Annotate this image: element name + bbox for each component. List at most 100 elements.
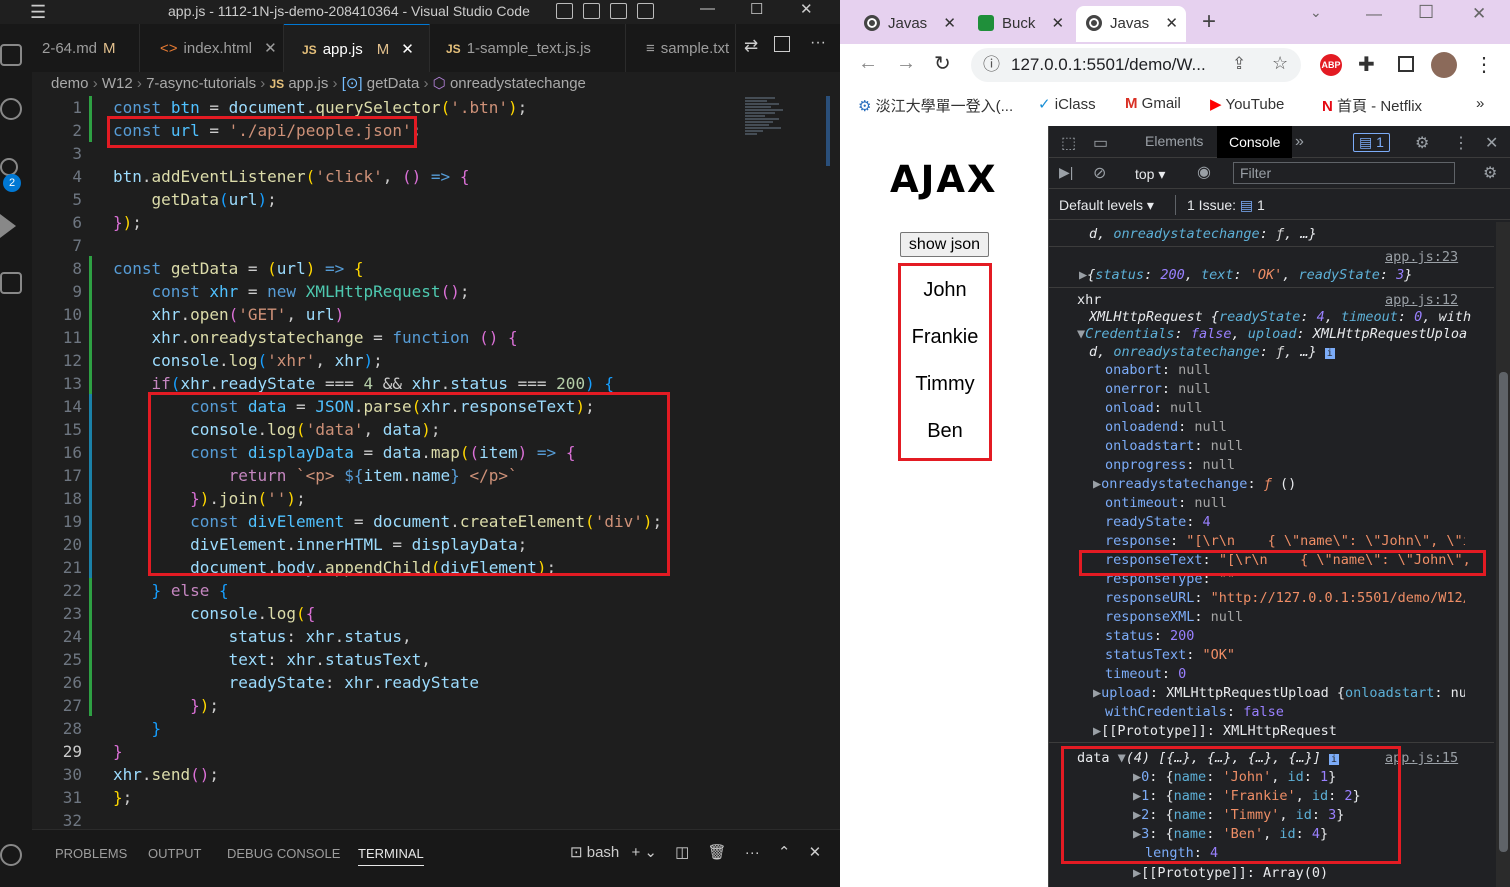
tab-1-sample-text-js[interactable]: JS 1-sample_text.js.js — [430, 24, 626, 72]
browser-tab-active[interactable]: Javas ✕ — [1076, 6, 1186, 42]
info-icon[interactable]: ⓘ — [983, 48, 1000, 82]
tab-elements[interactable]: Elements — [1145, 133, 1203, 149]
eye-icon[interactable]: ◉ — [1197, 162, 1211, 182]
code-editor[interactable]: 1 const btn = document.querySelector('.bt… — [32, 96, 840, 830]
more-tabs-icon[interactable]: » — [1295, 133, 1304, 151]
tab-2-64-md[interactable]: 2-64.md M — [32, 24, 140, 72]
tab-label: app.js — [322, 41, 363, 58]
more-actions-icon[interactable]: ··· — [810, 34, 826, 52]
menu-icon[interactable]: ☰ — [30, 2, 46, 23]
profile-avatar[interactable] — [1431, 52, 1457, 78]
tab-problems[interactable]: PROBLEMS — [55, 846, 127, 861]
tab-search-icon[interactable]: ⌄ — [1310, 4, 1322, 21]
tab-terminal[interactable]: TERMINAL — [358, 846, 424, 866]
maximize-icon[interactable]: ☐ — [750, 0, 763, 18]
browser-tab[interactable]: Buck ✕ — [968, 6, 1074, 42]
bookmark-star-icon[interactable]: ☆ — [1272, 53, 1288, 74]
maximize-icon[interactable]: ☐ — [1418, 2, 1434, 23]
address-bar[interactable]: ⓘ 127.0.0.1:5501/demo/W... — [971, 48, 1301, 82]
cube-symbol-icon: ⬡ — [432, 75, 446, 92]
breadcrumb-item[interactable]: app.js — [288, 75, 328, 92]
close-tab-icon[interactable]: ✕ — [1052, 15, 1065, 32]
chevron-down-icon[interactable]: ⌄ — [644, 844, 657, 861]
breadcrumb-item[interactable]: getData — [367, 75, 420, 92]
issues-badge[interactable]: ▤ 1 — [1353, 133, 1390, 152]
tab-debug-console[interactable]: DEBUG CONSOLE — [227, 846, 340, 861]
more-bookmarks-icon[interactable]: » — [1476, 95, 1484, 112]
close-icon[interactable]: ✕ — [1472, 4, 1486, 24]
sidebar-toggle-icon[interactable]: ▶| — [1059, 164, 1073, 181]
breadcrumb-item[interactable]: W12 — [102, 75, 133, 92]
console-settings-icon[interactable]: ⚙ — [1483, 163, 1497, 183]
tab-app-js[interactable]: JS app.js M ✕ — [284, 24, 430, 72]
minimap[interactable] — [745, 96, 785, 156]
tab-sample-txt[interactable]: ≡ sample.txt — [626, 24, 736, 72]
new-tab-icon[interactable]: + — [1202, 8, 1216, 36]
default-levels-dropdown[interactable]: Default levels ▾ — [1059, 197, 1154, 214]
breadcrumb-item[interactable]: onreadystatechange — [450, 75, 586, 92]
account-icon[interactable] — [0, 844, 22, 866]
explorer-icon[interactable] — [0, 44, 22, 66]
console-scrollbar[interactable] — [1496, 222, 1510, 887]
close-tab-icon[interactable]: ✕ — [264, 40, 277, 57]
back-icon[interactable]: ← — [858, 52, 878, 75]
forward-icon[interactable]: → — [896, 52, 916, 75]
customize-layout-icon[interactable] — [637, 3, 654, 19]
issues-link[interactable]: 1 Issue: ▤ 1 — [1187, 197, 1265, 214]
chrome-menu-icon[interactable]: ⋮ — [1474, 52, 1494, 77]
terminal-shell-label[interactable]: bash — [587, 844, 620, 861]
filter-input[interactable]: Filter — [1233, 162, 1455, 184]
show-json-button[interactable]: show json — [900, 232, 989, 257]
close-devtools-icon[interactable]: ✕ — [1485, 133, 1498, 153]
bookmark-item[interactable]: M Gmail — [1125, 95, 1181, 112]
html-file-icon: <> — [160, 40, 178, 57]
inspect-element-icon[interactable]: ⬚ — [1061, 133, 1076, 153]
extensions-icon[interactable] — [0, 272, 22, 294]
breadcrumb-item[interactable]: 7-async-tutorials — [146, 75, 256, 92]
close-icon[interactable]: ✕ — [800, 0, 813, 18]
split-editor-icon[interactable] — [774, 36, 790, 52]
trash-icon[interactable]: 🗑 — [708, 844, 727, 861]
toggle-secondary-sidebar-icon[interactable] — [610, 3, 627, 19]
console-output[interactable]: d, onreadystatechange: ƒ, …} app.js:23 ▶… — [1049, 222, 1510, 887]
bookmark-item[interactable]: ✓ iClass — [1038, 95, 1096, 113]
more-actions-icon[interactable]: ··· — [745, 844, 760, 861]
tab-console[interactable]: Console — [1217, 126, 1293, 158]
side-panel-icon[interactable] — [1398, 56, 1414, 72]
tab-index-html[interactable]: <> index.html ✕ — [140, 24, 284, 72]
breadcrumb-item[interactable]: demo — [51, 75, 89, 92]
settings-gear-icon[interactable]: ⚙ — [1415, 133, 1429, 153]
device-toolbar-icon[interactable]: ▭ — [1093, 133, 1108, 153]
editor-scrollbar[interactable] — [826, 96, 830, 166]
bookmark-item[interactable]: N 首頁 - Netflix — [1322, 95, 1422, 116]
tab-output[interactable]: OUTPUT — [148, 846, 201, 861]
bookmark-item[interactable]: ⚙ 淡江大學單一登入(... — [858, 95, 1013, 116]
toggle-sidebar-icon[interactable] — [556, 3, 573, 19]
globe-icon — [1086, 15, 1102, 31]
browser-tab[interactable]: Javas ✕ — [854, 6, 962, 42]
clear-console-icon[interactable]: ⊘ — [1093, 163, 1106, 183]
minimize-icon[interactable]: — — [700, 0, 715, 17]
adblock-icon[interactable]: ABP — [1320, 54, 1342, 76]
minimize-icon[interactable]: — — [1366, 6, 1382, 24]
close-tab-icon[interactable]: ✕ — [943, 15, 956, 32]
maximize-panel-icon[interactable]: ⌃ — [778, 844, 791, 861]
bookmark-item[interactable]: ▶ YouTube — [1210, 95, 1284, 113]
scrollbar-thumb[interactable] — [1499, 372, 1508, 852]
close-tab-icon[interactable]: ✕ — [1165, 15, 1178, 32]
share-icon[interactable]: ⇪ — [1232, 54, 1246, 74]
customize-icon[interactable]: ⋮ — [1453, 133, 1469, 153]
toggle-panel-icon[interactable] — [583, 3, 600, 19]
run-debug-icon[interactable] — [0, 214, 16, 238]
close-tab-icon[interactable]: ✕ — [401, 41, 414, 58]
context-selector[interactable]: top ▾ — [1135, 166, 1165, 183]
close-panel-icon[interactable]: ✕ — [809, 844, 822, 861]
list-item: Timmy — [915, 373, 975, 395]
new-terminal-icon[interactable]: + — [631, 844, 640, 861]
extensions-icon[interactable]: ✚ — [1358, 52, 1375, 77]
names-list: John Frankie Timmy Ben — [898, 263, 992, 461]
split-terminal-icon[interactable]: ◫ — [675, 844, 689, 861]
search-icon[interactable] — [0, 98, 22, 120]
compare-icon[interactable]: ⇄ — [744, 36, 758, 56]
reload-icon[interactable]: ↻ — [934, 51, 951, 76]
